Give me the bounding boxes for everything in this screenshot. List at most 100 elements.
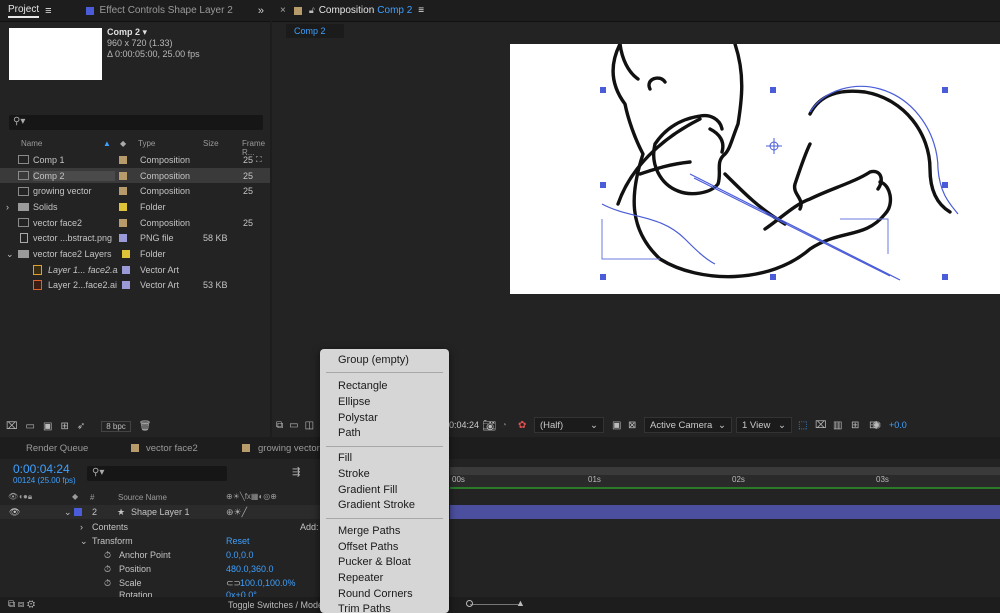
- list-item[interactable]: growing vector Composition 25: [0, 183, 270, 199]
- chevron-down-icon[interactable]: ▾: [140, 27, 148, 37]
- expand-panels-icon[interactable]: »: [258, 5, 264, 17]
- zoom-in-icon[interactable]: ▲: [516, 598, 525, 608]
- menu-item-repeater[interactable]: Repeater: [338, 572, 383, 584]
- stopwatch-icon[interactable]: ⏱︎: [104, 550, 111, 561]
- tab-growing-vector[interactable]: growing vector: [258, 443, 320, 454]
- comp-sub-tab[interactable]: Comp 2: [286, 24, 344, 38]
- tab-composition[interactable]: Composition Comp 2 ≡: [315, 0, 432, 22]
- menu-icon[interactable]: ≡: [418, 5, 424, 16]
- display-icon[interactable]: ▭: [289, 420, 298, 431]
- contents-row[interactable]: › Contents Add:: [0, 520, 320, 534]
- position-value[interactable]: 480.0,360.0: [226, 564, 274, 574]
- anchor-point-row[interactable]: ⏱︎ Anchor Point 0.0,0.0: [0, 548, 320, 562]
- stopwatch-icon[interactable]: ⏱︎: [104, 564, 111, 575]
- chevron-down-icon[interactable]: ⌄: [80, 536, 88, 547]
- add-button[interactable]: Add:: [300, 522, 319, 532]
- interpret-footage-icon[interactable]: ⌧: [6, 421, 18, 432]
- list-item[interactable]: Layer 2...face2.ai Vector Art 53 KB: [0, 278, 270, 294]
- menu-item-gradient-fill[interactable]: Gradient Fill: [338, 484, 397, 496]
- timeline-icon[interactable]: ▥: [833, 420, 842, 431]
- anchor-point-value[interactable]: 0.0,0.0: [226, 550, 254, 560]
- list-item[interactable]: › Solids Folder: [0, 199, 270, 215]
- menu-item-polystar[interactable]: Polystar: [338, 412, 378, 424]
- label-tag-icon[interactable]: ◆: [72, 492, 78, 501]
- menu-item-merge-paths[interactable]: Merge Paths: [338, 525, 400, 537]
- layer-duration-bar[interactable]: [450, 505, 1000, 519]
- close-icon[interactable]: ×: [280, 5, 286, 16]
- layer-name[interactable]: Shape Layer 1: [131, 507, 190, 517]
- menu-item-rectangle[interactable]: Rectangle: [338, 380, 388, 392]
- menu-icon[interactable]: ≡: [45, 5, 51, 17]
- fast-previews-icon[interactable]: ⌧: [815, 420, 827, 431]
- column-size[interactable]: Size: [203, 139, 219, 148]
- constrain-proportions-icon[interactable]: ⊂⊃: [226, 578, 241, 589]
- scale-value[interactable]: 100.0,100.0%: [240, 578, 296, 588]
- composition-flowchart-icon[interactable]: ⇶: [292, 467, 300, 478]
- reset-link[interactable]: Reset: [226, 536, 250, 546]
- column-source-name[interactable]: Source Name: [118, 493, 167, 502]
- tab-vector-face2[interactable]: vector face2: [146, 443, 198, 454]
- mask-visibility-icon[interactable]: ◫: [305, 420, 314, 431]
- menu-item-fill[interactable]: Fill: [338, 452, 352, 464]
- tab-effect-controls[interactable]: Effect Controls Shape Layer 2: [78, 0, 241, 22]
- flowchart-icon[interactable]: ⊞: [851, 420, 859, 431]
- show-snapshot-icon[interactable]: ◔: [501, 420, 507, 431]
- scale-row[interactable]: ⏱︎ Scale ⊂⊃ 100.0,100.0%: [0, 576, 320, 590]
- camera-dropdown[interactable]: Active Camera ⌄: [644, 417, 732, 433]
- chevron-right-icon[interactable]: ›: [80, 522, 83, 532]
- menu-item-round-corners[interactable]: Round Corners: [338, 588, 413, 600]
- list-item[interactable]: Comp 1 Composition 25 ⛶: [0, 152, 270, 168]
- color-channels-icon[interactable]: ✿: [518, 420, 526, 431]
- view-layout-dropdown[interactable]: 1 View ⌄: [736, 417, 792, 433]
- new-composition-icon[interactable]: ▣: [43, 421, 52, 432]
- tab-render-queue[interactable]: Render Queue: [26, 443, 88, 454]
- render-icon[interactable]: ➶: [77, 421, 85, 432]
- label-tag-icon[interactable]: ◆: [120, 139, 126, 148]
- exposure-icon[interactable]: ✺: [872, 419, 881, 432]
- layer-row[interactable]: 👁︎ ⌄ 2 ★ Shape Layer 1 ⊕☀╱: [0, 505, 320, 519]
- flowchart-icon[interactable]: ⛶: [256, 155, 262, 165]
- trash-icon[interactable]: 🗑︎: [139, 421, 152, 432]
- transform-row[interactable]: ⌄ Transform Reset: [0, 534, 320, 548]
- transparency-grid-icon[interactable]: ⊠: [628, 420, 636, 431]
- new-folder-icon[interactable]: ▭: [26, 421, 35, 432]
- list-item[interactable]: Layer 1... face2.ai Vector Art: [0, 262, 270, 278]
- menu-item-offset-paths[interactable]: Offset Paths: [338, 541, 398, 553]
- current-time[interactable]: 0:04:24: [449, 420, 479, 430]
- time-ruler[interactable]: 00s 01s 02s 03s: [450, 467, 1000, 489]
- chevron-right-icon[interactable]: ›: [6, 202, 18, 212]
- layer-switch-icons[interactable]: ⊕☀╱: [226, 507, 247, 518]
- zoom-slider-handle[interactable]: [466, 600, 473, 607]
- menu-item-gradient-stroke[interactable]: Gradient Stroke: [338, 499, 415, 511]
- timeline-search[interactable]: ⚲▾: [87, 466, 227, 481]
- exposure-value[interactable]: +0.0: [889, 420, 907, 430]
- list-item[interactable]: vector face2 Composition 25: [0, 215, 270, 231]
- toggle-switches-modes[interactable]: Toggle Switches / Modes: [228, 600, 328, 610]
- resolution-dropdown[interactable]: (Half) ⌄: [534, 417, 604, 433]
- composition-canvas[interactable]: [510, 44, 1000, 294]
- menu-item-ellipse[interactable]: Ellipse: [338, 396, 370, 408]
- position-row[interactable]: ⏱︎ Position 480.0,360.0: [0, 562, 320, 576]
- chevron-down-icon[interactable]: ⌄: [6, 249, 18, 260]
- menu-item-group[interactable]: Group (empty): [338, 354, 409, 366]
- snapshot-icon[interactable]: 📷︎: [482, 419, 496, 432]
- bit-depth-button[interactable]: 8 bpc: [101, 420, 131, 432]
- list-item[interactable]: ⌄ vector face2 Layers Folder: [0, 246, 270, 262]
- region-of-interest-icon[interactable]: ▣: [612, 420, 621, 431]
- stopwatch-icon[interactable]: ⏱︎: [104, 578, 111, 589]
- menu-item-trim-paths[interactable]: Trim Paths: [338, 603, 391, 613]
- list-item[interactable]: Comp 2 Composition 25: [0, 167, 270, 184]
- anchor-point-icon[interactable]: [766, 138, 782, 154]
- list-item[interactable]: vector ...bstract.png PNG file 58 KB: [0, 231, 270, 247]
- column-type[interactable]: Type: [138, 139, 155, 148]
- project-search[interactable]: ⚲▾: [9, 115, 263, 130]
- always-preview-icon[interactable]: ⧉: [276, 420, 283, 431]
- column-name[interactable]: Name: [21, 139, 42, 148]
- dependencies-icon[interactable]: ⊞: [60, 421, 68, 432]
- zoom-slider[interactable]: [470, 604, 520, 605]
- chevron-down-icon[interactable]: ⌄: [64, 507, 72, 518]
- toggle-panel-icons[interactable]: ⧉ ⧈ ⚙: [8, 599, 35, 610]
- toggle-pixel-aspect-icon[interactable]: ⬚: [798, 420, 807, 431]
- timeline-current-time[interactable]: 0:00:04:24: [13, 462, 70, 476]
- menu-item-stroke[interactable]: Stroke: [338, 468, 370, 480]
